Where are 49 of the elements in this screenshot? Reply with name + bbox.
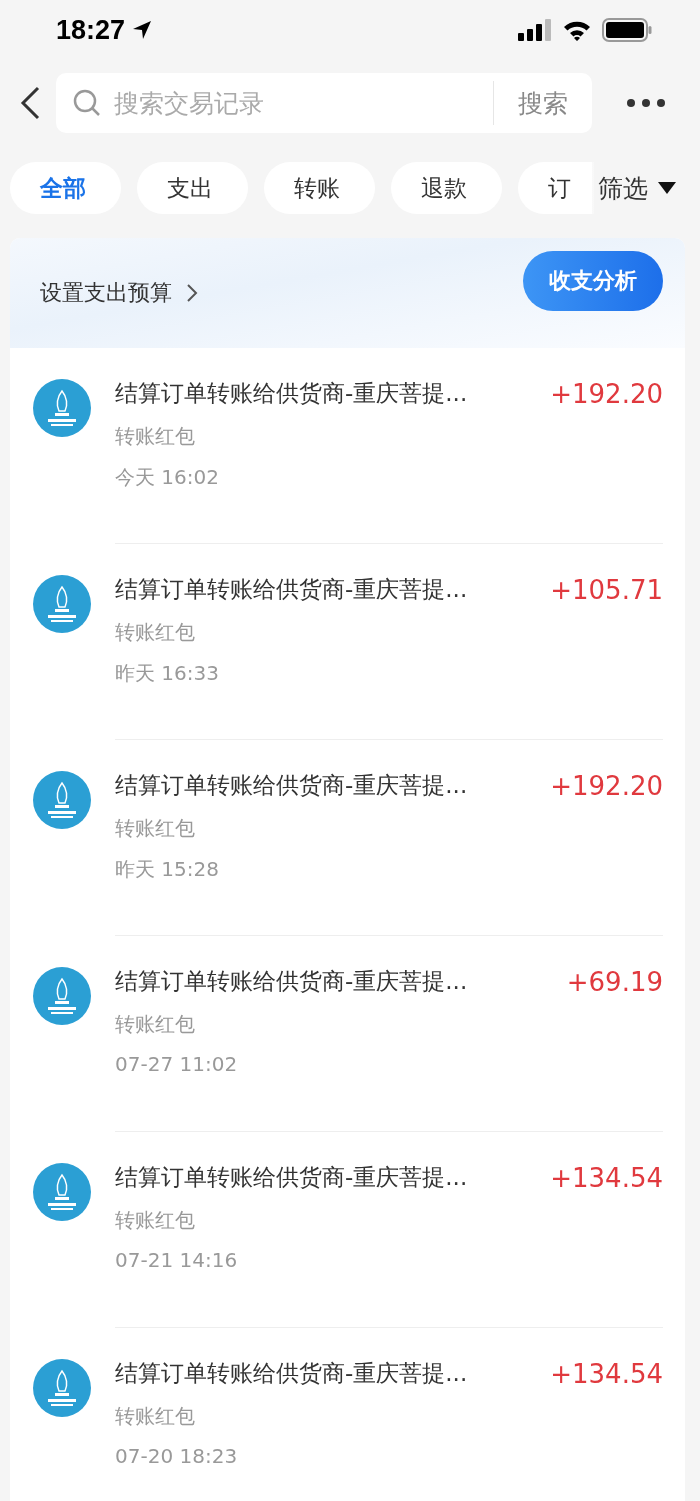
avatar-icon — [33, 1359, 91, 1417]
transaction-title: 结算订单转账给供货商-重庆菩提... — [115, 1359, 468, 1388]
budget-link[interactable]: 设置支出预算 — [40, 278, 198, 308]
avatar-icon — [33, 1163, 91, 1221]
avatar-icon — [33, 771, 91, 829]
search-button[interactable]: 搜索 — [493, 81, 592, 125]
transaction-time: 今天 16:02 — [115, 464, 220, 491]
search-icon — [72, 88, 102, 118]
avatar-icon — [33, 967, 91, 1025]
status-time: 18:27 — [56, 14, 126, 46]
filter-tab[interactable]: 全部 — [10, 162, 121, 214]
transaction-type: 转账红包 — [115, 815, 196, 842]
battery-icon — [602, 18, 652, 42]
transaction-title: 结算订单转账给供货商-重庆菩提... — [115, 771, 468, 800]
filter-tab[interactable]: 订 — [518, 162, 594, 214]
transaction-amount: +69.19 — [566, 966, 663, 997]
filter-tab[interactable]: 支出 — [137, 162, 248, 214]
analysis-button[interactable]: 收支分析 — [523, 251, 663, 311]
transaction-title: 结算订单转账给供货商-重庆菩提... — [115, 967, 468, 996]
transaction-type: 转账红包 — [115, 1207, 196, 1234]
transaction-amount: +134.54 — [550, 1162, 663, 1193]
transaction-title: 结算订单转账给供货商-重庆菩提... — [115, 575, 468, 604]
location-arrow-icon — [131, 19, 154, 41]
transaction-amount: +192.20 — [550, 770, 663, 801]
transaction-type: 转账红包 — [115, 423, 196, 450]
transaction-time: 07-27 11:02 — [115, 1052, 239, 1076]
filter-tab[interactable]: 转账 — [264, 162, 375, 214]
filter-tab[interactable]: 退款 — [391, 162, 502, 214]
transaction-amount: +105.71 — [550, 574, 663, 605]
transaction-amount: +192.20 — [550, 378, 663, 409]
search-field[interactable]: 搜索交易记录 搜索 — [56, 73, 592, 133]
transaction-title: 结算订单转账给供货商-重庆菩提... — [115, 379, 468, 408]
transaction-amount: +134.54 — [550, 1358, 663, 1389]
chevron-right-icon — [186, 283, 198, 303]
transaction-time: 07-20 18:23 — [115, 1444, 239, 1468]
transaction-type: 转账红包 — [115, 1011, 196, 1038]
signal-icon — [518, 19, 552, 41]
transaction-time: 昨天 16:33 — [115, 660, 220, 687]
caret-icon — [658, 182, 676, 194]
transaction-time: 07-21 14:16 — [115, 1248, 239, 1272]
avatar-icon — [33, 379, 91, 437]
avatar-icon — [33, 575, 91, 633]
wifi-icon — [562, 19, 592, 41]
transaction-time: 昨天 15:28 — [115, 856, 220, 883]
transaction-type: 转账红包 — [115, 619, 196, 646]
transaction-title: 结算订单转账给供货商-重庆菩提... — [115, 1163, 468, 1192]
transaction-type: 转账红包 — [115, 1403, 196, 1430]
back-icon[interactable] — [18, 85, 42, 121]
more-icon[interactable] — [626, 98, 666, 108]
